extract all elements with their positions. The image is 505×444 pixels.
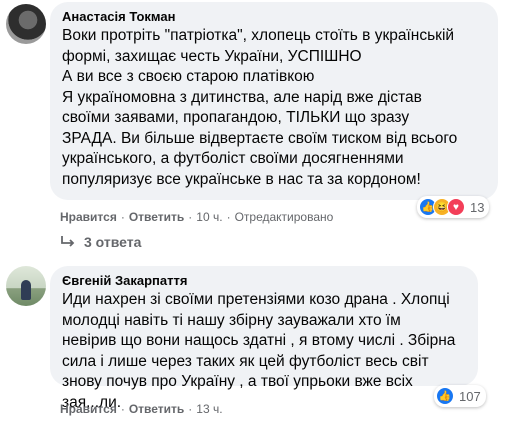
- replies-count-label: 3 ответа: [84, 234, 142, 250]
- reactions-summary[interactable]: 👍 107: [434, 385, 486, 407]
- like-button[interactable]: Нравится: [60, 210, 117, 224]
- reply-arrow-icon: [61, 236, 75, 247]
- avatar[interactable]: [6, 266, 46, 306]
- comment-text: Иди нахрен зі своїми претензіями козо др…: [62, 291, 456, 411]
- comment-bubble: Анастасія Токман Воки протріть "патріотк…: [50, 2, 498, 200]
- comment-author[interactable]: Євгеній Закарпаття: [62, 272, 466, 289]
- view-replies-button[interactable]: 3 ответа: [60, 234, 141, 250]
- reply-button[interactable]: Ответить: [129, 402, 184, 416]
- comment-actions: Нравится · Ответить · 13 ч.: [60, 402, 223, 416]
- like-icon: 👍: [436, 387, 454, 405]
- reactions-summary[interactable]: 👍 😆 ♥ 13: [417, 196, 490, 218]
- like-button[interactable]: Нравится: [60, 402, 117, 416]
- comment-bubble: Євгеній Закарпаття Иди нахрен зі своїми …: [50, 266, 478, 411]
- reply-button[interactable]: Ответить: [129, 210, 184, 224]
- edited-label: Отредактировано: [234, 210, 334, 224]
- timestamp[interactable]: 10 ч.: [196, 210, 222, 224]
- timestamp[interactable]: 13 ч.: [196, 402, 222, 416]
- reaction-count: 13: [470, 199, 485, 215]
- reaction-count: 107: [459, 388, 481, 404]
- avatar[interactable]: [6, 4, 46, 44]
- comment-author[interactable]: Анастасія Токман: [62, 8, 486, 25]
- comment-actions: Нравится · Ответить · 10 ч. · Отредактировано: [60, 210, 334, 224]
- love-icon: ♥: [447, 198, 465, 216]
- comment-text: Воки протріть "патріотка", хлопець стоїт…: [62, 27, 458, 188]
